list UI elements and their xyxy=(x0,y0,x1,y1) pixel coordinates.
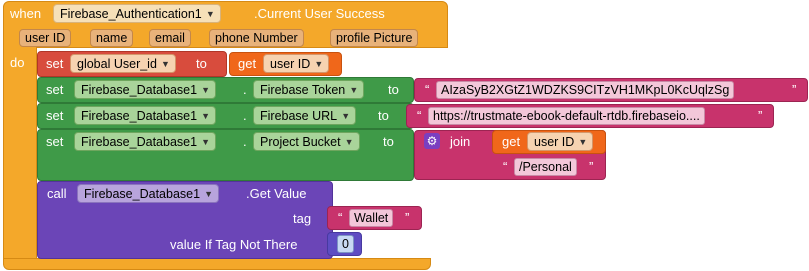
url-text-value[interactable]: https://trustmate-ebook-default-rtdb.fir… xyxy=(428,107,705,125)
default-value-label: value If Tag Not There xyxy=(170,237,298,252)
tag-text-value[interactable]: Wallet xyxy=(349,209,394,227)
tag-label: tag xyxy=(293,211,312,226)
chevron-down-icon: ▼ xyxy=(314,59,324,69)
chevron-down-icon: ▼ xyxy=(161,59,170,69)
chevron-down-icon: ▼ xyxy=(205,9,215,19)
close-quote-icon: ” xyxy=(405,210,410,225)
token-component-name: Firebase_Database1 xyxy=(81,83,198,97)
token-to-label: to xyxy=(388,82,399,97)
bucket-property-name: Project Bucket xyxy=(260,135,341,149)
token-component-dropdown[interactable]: Firebase_Database1 ▼ xyxy=(74,80,217,99)
chevron-down-icon: ▼ xyxy=(201,111,211,121)
call-label: call xyxy=(47,186,67,201)
get-variable-dropdown[interactable]: user ID ▼ xyxy=(263,54,330,73)
param-user-id[interactable]: user ID xyxy=(19,29,72,47)
bucket-to-label: to xyxy=(383,134,394,149)
event-block-footer xyxy=(3,258,431,270)
token-text-value[interactable]: AIzaSyB2XGtZ1WDZKS9CITzVH1MKpL0KcUqlzSg xyxy=(436,81,735,99)
chevron-down-icon: ▼ xyxy=(204,189,214,199)
join-get-variable-name: user ID xyxy=(534,135,575,149)
join-label: join xyxy=(450,134,471,149)
url-property-dropdown[interactable]: Firebase URL ▼ xyxy=(253,106,357,125)
open-quote-icon: “ xyxy=(417,108,422,123)
event-block-body-left xyxy=(3,46,37,264)
chevron-down-icon: ▼ xyxy=(201,137,211,147)
event-name: .Current User Success xyxy=(254,6,385,21)
chevron-down-icon: ▼ xyxy=(341,111,351,121)
default-number-value[interactable]: 0 xyxy=(337,235,354,253)
open-quote-icon: “ xyxy=(338,210,343,225)
join-text-value[interactable]: /Personal xyxy=(514,158,577,176)
close-quote-icon: ” xyxy=(758,108,763,123)
chevron-down-icon: ▼ xyxy=(344,137,354,147)
param-profile-picture[interactable]: profile Picture xyxy=(330,29,419,47)
param-name[interactable]: name xyxy=(90,29,134,47)
token-dot: . xyxy=(243,82,247,97)
bucket-dot: . xyxy=(243,134,247,149)
gear-icon[interactable]: ⚙ xyxy=(424,133,440,149)
param-email[interactable]: email xyxy=(149,29,191,47)
url-component-name: Firebase_Database1 xyxy=(81,109,198,123)
join-get-label: get xyxy=(502,134,521,149)
set-token-label: set xyxy=(46,82,64,97)
global-variable-dropdown[interactable]: global User_id ▼ xyxy=(70,54,176,73)
set-global-label: set xyxy=(46,56,64,71)
set-global-to-label: to xyxy=(196,56,207,71)
join-get-variable-dropdown[interactable]: user ID ▼ xyxy=(527,132,594,151)
token-property-name: Firebase Token xyxy=(260,83,346,97)
get-label: get xyxy=(238,56,257,71)
bucket-component-name: Firebase_Database1 xyxy=(81,135,198,149)
call-component-dropdown[interactable]: Firebase_Database1 ▼ xyxy=(77,184,220,203)
do-label: do xyxy=(10,55,25,70)
token-property-dropdown[interactable]: Firebase Token ▼ xyxy=(253,80,365,99)
set-url-label: set xyxy=(46,108,64,123)
set-bucket-label: set xyxy=(46,134,64,149)
param-phone-number[interactable]: phone Number xyxy=(209,29,304,47)
url-property-name: Firebase URL xyxy=(260,109,338,123)
get-variable-name: user ID xyxy=(270,57,311,71)
bucket-property-dropdown[interactable]: Project Bucket ▼ xyxy=(253,132,360,151)
chevron-down-icon: ▼ xyxy=(349,85,359,95)
when-label: when xyxy=(10,6,42,21)
url-to-label: to xyxy=(378,108,389,123)
global-variable-name: global User_id xyxy=(77,57,157,71)
chevron-down-icon: ▼ xyxy=(578,137,588,147)
open-quote-icon: “ xyxy=(503,159,508,174)
url-dot: . xyxy=(243,108,247,123)
close-quote-icon: ” xyxy=(792,82,797,97)
event-component-dropdown[interactable]: Firebase_Authentication1 ▼ xyxy=(53,4,221,23)
chevron-down-icon: ▼ xyxy=(201,85,211,95)
url-component-dropdown[interactable]: Firebase_Database1 ▼ xyxy=(74,106,217,125)
call-component-name: Firebase_Database1 xyxy=(84,187,201,201)
call-method-name: .Get Value xyxy=(246,186,307,201)
event-component-name: Firebase_Authentication1 xyxy=(60,7,202,21)
bucket-component-dropdown[interactable]: Firebase_Database1 ▼ xyxy=(74,132,217,151)
close-quote-icon: ” xyxy=(589,159,594,174)
open-quote-icon: “ xyxy=(425,82,430,97)
